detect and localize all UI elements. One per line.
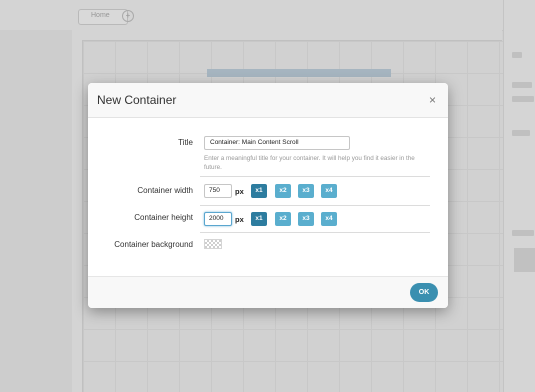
dialog-title: New Container (97, 93, 177, 107)
height-unit: px (235, 215, 244, 224)
container-width-label: Container width (137, 186, 193, 195)
title-label: Title (178, 138, 193, 147)
width-multiplier-x4-button[interactable]: x4 (321, 184, 337, 198)
ok-button[interactable]: OK (410, 283, 438, 302)
background-color-swatch[interactable] (204, 239, 222, 249)
container-height-input[interactable] (204, 212, 232, 226)
divider (200, 232, 430, 233)
width-multiplier-x3-button[interactable]: x3 (298, 184, 314, 198)
width-multiplier-x2-button[interactable]: x2 (275, 184, 291, 198)
divider (200, 205, 430, 206)
height-multiplier-x3-button[interactable]: x3 (298, 212, 314, 226)
height-multiplier-x1-button[interactable]: x1 (251, 212, 267, 226)
dialog-header: New Container × (88, 83, 448, 118)
title-input[interactable] (204, 136, 350, 150)
title-help-text: Enter a meaningful title for your contai… (204, 155, 415, 171)
width-unit: px (235, 187, 244, 196)
container-width-input[interactable] (204, 184, 232, 198)
container-background-label: Container background (114, 240, 193, 249)
height-multiplier-x4-button[interactable]: x4 (321, 212, 337, 226)
dialog-footer (88, 276, 448, 308)
close-icon[interactable]: × (429, 94, 436, 106)
divider (200, 176, 430, 177)
container-height-label: Container height (134, 213, 193, 222)
height-multiplier-x2-button[interactable]: x2 (275, 212, 291, 226)
width-multiplier-x1-button[interactable]: x1 (251, 184, 267, 198)
new-container-dialog: New Container × Title Enter a meaningful… (88, 83, 448, 308)
